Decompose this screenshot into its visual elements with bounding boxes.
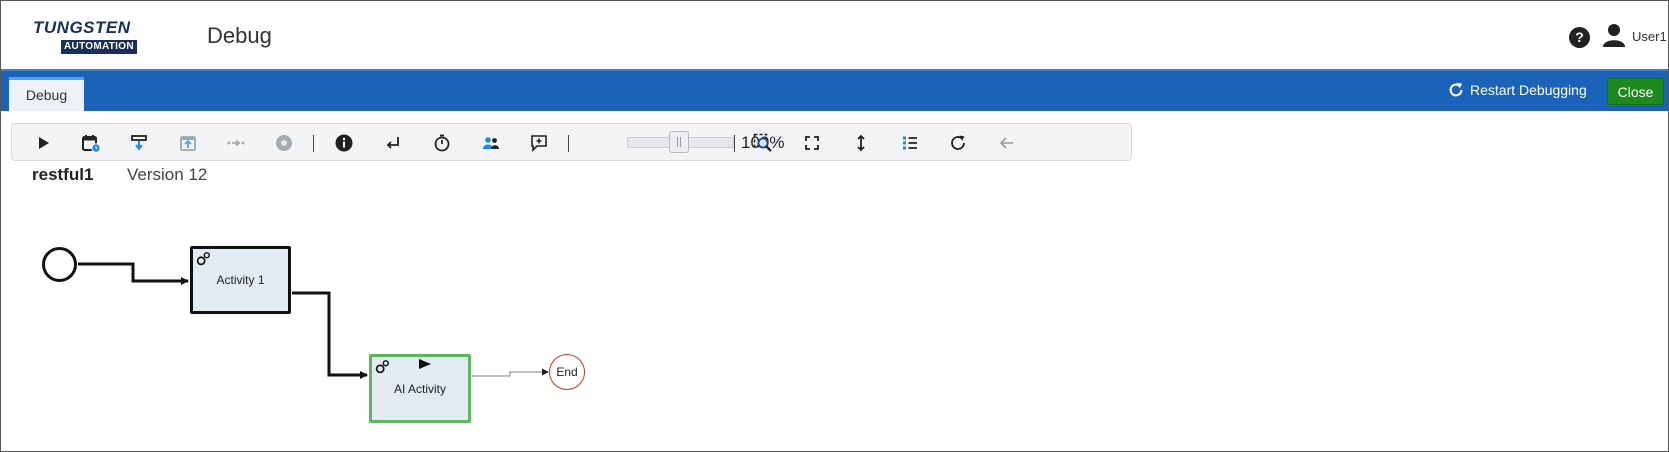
current-step-flag-icon [419,359,431,369]
step-out-button [176,131,200,155]
end-event[interactable]: End [549,354,585,390]
step-over-button [224,131,248,155]
page-title: Debug [207,23,272,48]
add-comment-icon [531,135,547,152]
return-button[interactable] [381,131,405,155]
user-name[interactable]: User1 [1632,29,1667,44]
info-icon [335,134,353,152]
back-arrow-icon [999,137,1013,149]
logo-wordmark: TUNGSTEN [33,18,131,37]
app-header: TUNGSTEN AUTOMATION Debug ? User1 [1,1,1668,69]
add-comment-button[interactable] [527,131,551,155]
step-into-icon [131,135,147,151]
zoom-slider-thumb[interactable] [669,131,689,153]
list-icon [903,136,917,150]
toolbar-divider [568,135,569,152]
step-over-icon [227,139,245,147]
tab-debug[interactable]: Debug [9,77,84,111]
step-into-button[interactable] [127,131,151,155]
stop-button [272,131,296,155]
gear-icon [196,252,210,266]
restart-icon [1449,82,1463,97]
users-icon [483,137,499,149]
workflow-name: restful1 [32,165,94,184]
close-button[interactable]: Close [1607,78,1664,105]
debug-toolbar: 100% [11,123,1132,161]
stopwatch-icon [434,134,450,152]
vertical-resize-icon [857,134,865,152]
end-event-label: End [556,365,578,379]
schedule-button[interactable] [79,131,103,155]
start-event[interactable] [42,247,77,282]
activity-label: AI Activity [393,381,446,396]
tungsten-automation-logo: TUNGSTEN AUTOMATION [33,18,153,54]
stop-circle-icon [276,135,292,151]
zoom-fit-icon [753,133,772,152]
calendar-clock-icon [82,135,101,153]
back-button [995,131,1019,155]
workflow-version: Version 12 [127,165,208,184]
fullscreen-icon [805,136,819,150]
tab-bar: Debug Restart Debugging Close [1,69,1668,111]
return-arrow-icon [386,137,399,149]
toolbar-divider [313,135,314,152]
play-icon [39,137,49,149]
activity-label: Activity 1 [216,273,265,287]
vertical-resize-button[interactable] [849,131,873,155]
gear-icon [375,360,389,374]
timer-button[interactable] [430,131,454,155]
users-button[interactable] [479,131,503,155]
toolbar-divider [734,135,735,152]
info-button[interactable] [332,131,356,155]
restart-debugging-label: Restart Debugging [1470,82,1587,98]
play-button[interactable] [31,131,55,155]
logo-subtitle: AUTOMATION [61,40,137,54]
refresh-icon [951,135,965,150]
zoom-fit-button[interactable] [751,131,775,155]
user-icon[interactable] [1603,23,1625,47]
help-icon[interactable]: ? [1569,27,1590,48]
list-view-button[interactable] [898,131,922,155]
step-out-icon [180,136,196,151]
refresh-button[interactable] [946,131,970,155]
restart-debugging-button[interactable]: Restart Debugging [1447,81,1587,99]
fullscreen-button[interactable] [800,131,824,155]
activity-1-node[interactable]: Activity 1 [190,246,291,314]
